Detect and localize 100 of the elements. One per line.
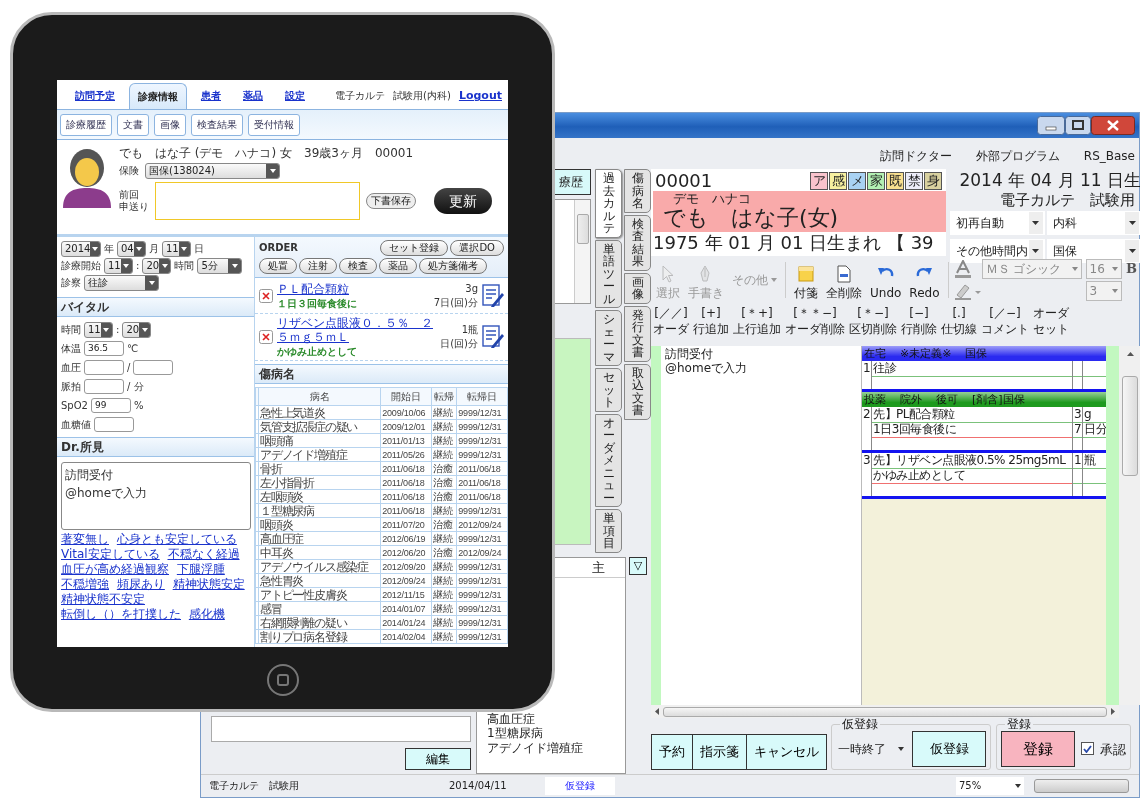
action-button[interactable]: 指示箋 <box>692 734 747 770</box>
dropdown[interactable]: 往診 <box>84 274 159 291</box>
side-tab[interactable]: 画像 <box>624 272 651 304</box>
dropdown[interactable]: 5分 <box>197 257 243 274</box>
home-button[interactable] <box>266 664 299 696</box>
scroll-thumb[interactable] <box>663 706 1107 717</box>
side-tab[interactable]: セット <box>595 368 622 412</box>
delete-icon[interactable] <box>259 288 273 303</box>
nav-tab[interactable]: 診療情報 <box>129 83 187 109</box>
findings-field[interactable]: 訪問受付 @homeで入力 <box>61 462 251 530</box>
dropdown[interactable]: 11 <box>104 257 133 274</box>
phrase-link[interactable]: 感化機 <box>188 607 225 621</box>
pill-button[interactable]: セット登録 <box>380 240 449 256</box>
close-button[interactable] <box>1091 116 1135 135</box>
phrase-link[interactable]: 精神状態安定 <box>172 577 245 591</box>
list-item[interactable]: 1型糖尿病 <box>487 726 607 741</box>
tool-button[interactable]: 付箋 <box>791 259 821 300</box>
nav-tab[interactable]: 設定 <box>277 83 313 109</box>
tool-button[interactable]: 全削除 <box>823 259 865 300</box>
drug-link[interactable]: リザベン点眼液０．５％ ２５ｍｇ５ｍＬ <box>277 316 437 344</box>
dropdown[interactable]: 11 <box>162 240 191 257</box>
dropdown[interactable]: 20 <box>142 257 172 274</box>
side-tab[interactable]: 単語ツール <box>595 239 622 308</box>
menu-link[interactable]: RS_Base <box>1083 148 1135 163</box>
side-tab[interactable]: オーダメニュー <box>595 413 622 507</box>
handover-field[interactable] <box>155 182 360 221</box>
list-item[interactable]: 高血圧症 <box>487 711 607 727</box>
tool-button[interactable]: Redo <box>906 259 943 300</box>
input-field[interactable] <box>94 417 134 432</box>
scroll-thumb[interactable] <box>576 214 589 244</box>
edit-note-icon[interactable] <box>482 325 504 349</box>
sub-tab-button[interactable]: 文書 <box>117 113 149 136</box>
flag-tag[interactable]: 感 <box>829 171 847 190</box>
drug-link[interactable]: ＰＬ配合顆粒 <box>277 281 357 296</box>
horizontal-scrollbar[interactable] <box>651 705 1119 719</box>
phrase-link[interactable]: 転倒し（）を打撲した <box>61 607 181 621</box>
phrase-link[interactable]: 不穏増強 <box>61 577 109 591</box>
pill-button[interactable]: 処方箋備考 <box>419 258 487 274</box>
edit-button[interactable]: 編集 <box>405 748 471 770</box>
dropdown[interactable]: 20 <box>122 321 152 338</box>
dropdown[interactable]: 11 <box>84 321 113 338</box>
command-button[interactable]: オーダ セット <box>1033 303 1069 339</box>
approve-checkbox[interactable] <box>1081 742 1094 755</box>
filter-button[interactable]: ▽ <box>629 557 647 575</box>
phrase-link[interactable]: 頻尿あり <box>116 577 165 591</box>
sub-tab-button[interactable]: 受付情報 <box>248 113 300 136</box>
side-tab[interactable]: 単項目 <box>595 509 622 553</box>
command-button[interactable]: [＊+] 上行追加 <box>733 303 781 339</box>
insurance-dropdown[interactable]: 国保(138024) <box>145 163 280 180</box>
pill-button[interactable]: 処置 <box>259 258 297 274</box>
sub-tab-button[interactable]: 検査結果 <box>191 113 243 136</box>
flag-tag[interactable]: 身 <box>924 171 942 190</box>
flag-tag[interactable]: ア <box>810 171 828 190</box>
command-button[interactable]: [＊＊−] オーダ削除 <box>785 303 845 339</box>
flag-tag[interactable]: メ <box>848 171 866 190</box>
scroll-thumb[interactable] <box>1122 375 1138 476</box>
flag-tag[interactable]: 家 <box>867 171 885 190</box>
phrase-link[interactable]: 血圧が高め経過観察 <box>61 562 169 576</box>
side-tab[interactable]: 検査結果 <box>624 214 651 271</box>
temp-save-button[interactable]: 仮登録 <box>912 731 986 767</box>
side-tab[interactable]: 過去カルテ <box>595 169 622 238</box>
nav-tab[interactable]: 訪問予定 <box>67 83 123 109</box>
dropdown[interactable]: 初再自動 <box>950 210 1045 235</box>
input-field[interactable] <box>84 360 124 375</box>
input-field[interactable]: 36.5 <box>84 341 124 356</box>
dropdown[interactable]: 2014 <box>61 240 101 257</box>
edit-note-icon[interactable] <box>482 283 504 308</box>
phrase-link[interactable]: 下腿浮腫 <box>176 562 225 576</box>
draft-save-button[interactable]: 下書保存 <box>366 193 416 210</box>
logout-link[interactable]: Logout <box>458 89 502 103</box>
side-tab[interactable]: 発行文書 <box>624 305 651 362</box>
bold-button[interactable]: B <box>1125 261 1138 277</box>
pill-button[interactable]: 検査 <box>339 258 377 274</box>
action-button[interactable]: 予約 <box>651 734 693 770</box>
command-button[interactable]: [+] 行追加 <box>693 303 729 339</box>
pill-button[interactable]: 注射 <box>299 258 337 274</box>
side-tab[interactable]: シェーマ <box>595 310 622 366</box>
maximize-button[interactable] <box>1065 116 1091 135</box>
dropdown[interactable]: その他時間内 <box>950 238 1045 263</box>
command-button[interactable]: [＊−] 区切削除 <box>849 303 897 339</box>
side-tab[interactable]: 傷病名 <box>624 169 651 213</box>
input-field[interactable]: 99 <box>90 398 131 413</box>
dropdown[interactable]: 国保 <box>1046 238 1140 263</box>
flag-tag[interactable]: 既 <box>886 171 904 190</box>
dropdown[interactable]: 04 <box>117 240 146 257</box>
list-item[interactable]: アデノイド増殖症 <box>487 740 607 755</box>
menu-link[interactable]: 外部プログラム <box>975 148 1060 163</box>
action-button[interactable]: キャンセル <box>746 734 827 770</box>
phrase-link[interactable]: 精神状態不安定 <box>61 592 145 606</box>
phrase-link[interactable]: Vital安定している <box>61 547 160 561</box>
vertical-scrollbar[interactable] <box>574 200 590 303</box>
pill-button[interactable]: 選択DO <box>450 240 504 256</box>
command-button[interactable]: [／−] コメント <box>981 303 1029 339</box>
input-field[interactable] <box>133 360 174 375</box>
phrase-link[interactable]: 心身とも安定している <box>116 532 237 546</box>
update-button[interactable]: 更新 <box>434 188 492 215</box>
text-field[interactable] <box>211 716 471 742</box>
nav-tab[interactable]: 薬品 <box>235 83 271 109</box>
flag-tag[interactable]: 禁 <box>905 171 923 190</box>
minimize-button[interactable] <box>1037 116 1065 135</box>
